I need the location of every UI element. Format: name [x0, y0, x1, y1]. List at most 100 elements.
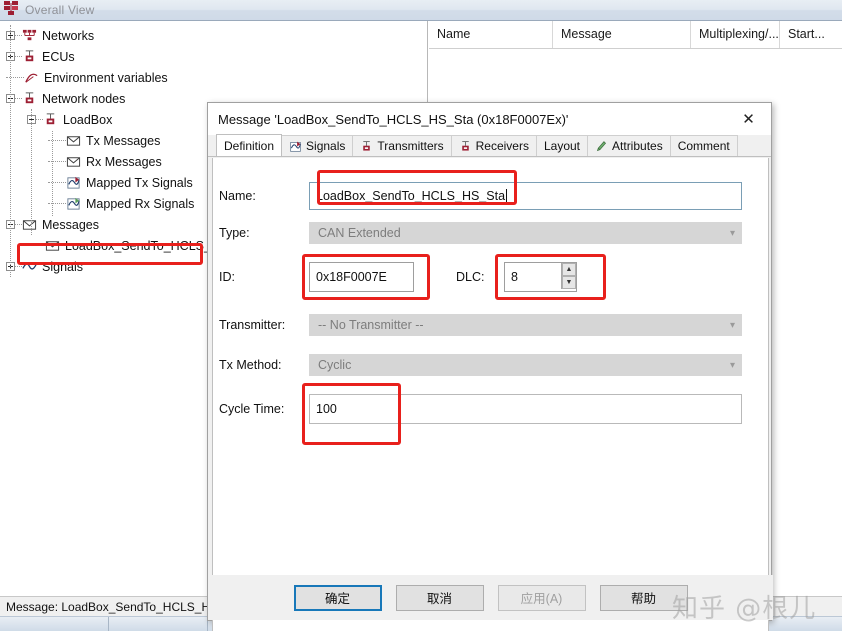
tab-attributes[interactable]: Attributes	[587, 135, 671, 156]
field-row-dlc: DLC: 8 ▲ ▼	[456, 262, 577, 292]
dialog-title: Message 'LoadBox_SendTo_HCLS_HS_Sta (0x1…	[218, 111, 569, 127]
tree-connector	[48, 140, 66, 141]
tab-definition[interactable]: Definition	[216, 134, 283, 156]
dlc-spinner[interactable]: ▲ ▼	[561, 263, 576, 289]
node-icon	[459, 140, 472, 153]
table-column-header[interactable]: Message	[553, 21, 691, 48]
dialog-titlebar: Message 'LoadBox_SendTo_HCLS_HS_Sta (0x1…	[208, 103, 771, 135]
tree-connector	[48, 182, 66, 183]
dialog-button-bar: 确定 取消 应用(A) 帮助	[208, 575, 773, 620]
tab-label: Definition	[224, 138, 275, 153]
tree-item-label: LoadBox	[63, 112, 113, 127]
tree-item-ecus[interactable]: ECUs	[0, 46, 427, 67]
message-properties-dialog: Message 'LoadBox_SendTo_HCLS_HS_Sta (0x1…	[207, 102, 773, 631]
tab-transmitters[interactable]: Transmitters	[352, 135, 452, 156]
transmitter-select[interactable]: -- No Transmitter -- ▾	[309, 314, 742, 336]
tab-label: Receivers	[475, 139, 529, 153]
table-column-label: Message	[561, 27, 612, 41]
message-icon	[66, 154, 81, 169]
name-label: Name:	[219, 189, 256, 203]
help-button[interactable]: 帮助	[599, 584, 688, 611]
tree-connector	[15, 224, 22, 225]
tree-connector	[15, 56, 22, 57]
field-row-transmitter: Transmitter: -- No Transmitter -- ▾	[219, 314, 759, 336]
networks-icon	[22, 28, 37, 43]
button-label: 应用(A)	[520, 592, 563, 606]
tx-method-select-value: Cyclic	[318, 358, 352, 372]
overall-view-title: Overall View	[25, 3, 95, 17]
ecu-icon	[22, 49, 37, 64]
button-label: 确定	[324, 592, 350, 606]
ok-button[interactable]: 确定	[293, 584, 382, 611]
transmitter-select-value: -- No Transmitter --	[318, 318, 424, 332]
button-label: 帮助	[630, 592, 656, 606]
tab-layout[interactable]: Layout	[535, 135, 589, 156]
tab-receivers[interactable]: Receivers	[450, 135, 537, 156]
application-window: Overall View Networks ECUs Environment var…	[0, 0, 842, 631]
field-row-type: Type: CAN Extended ▾	[219, 222, 759, 244]
close-icon[interactable]: ✕	[726, 103, 771, 135]
name-input[interactable]: LoadBox_SendTo_HCLS_HS_Sta	[309, 182, 742, 210]
signal-tx-icon	[66, 175, 81, 190]
network-overview-icon	[4, 0, 19, 20]
table-column-label: Multiplexing/...	[699, 27, 779, 41]
node-icon	[22, 91, 37, 106]
node-icon	[360, 140, 373, 153]
button-label: 取消	[426, 592, 452, 606]
tree-connector	[6, 77, 24, 78]
cancel-button[interactable]: 取消	[395, 584, 484, 611]
table-column-label: Name	[437, 27, 471, 41]
id-input[interactable]: 0x18F0007E	[309, 262, 414, 292]
table-column-header[interactable]: Multiplexing/...	[691, 21, 780, 48]
field-row-name: Name: LoadBox_SendTo_HCLS_HS_Sta	[219, 182, 759, 210]
chevron-down-icon: ▾	[729, 319, 735, 331]
tree-item-label: Environment variables	[44, 70, 168, 85]
field-row-tx-method: Tx Method: Cyclic ▾	[219, 354, 759, 376]
tab-label: Transmitters	[377, 139, 444, 153]
tree-item-environment-variables[interactable]: Environment variables	[0, 67, 427, 88]
tx-method-label: Tx Method:	[219, 358, 282, 372]
table-column-label: Start...	[788, 27, 825, 41]
node-icon	[43, 112, 58, 127]
tree-item-label: Mapped Rx Signals	[86, 196, 195, 211]
table-column-header[interactable]: Name	[429, 21, 553, 48]
tab-comment[interactable]: Comment	[669, 135, 738, 156]
env-variable-icon	[24, 70, 39, 85]
type-select-value: CAN Extended	[318, 226, 401, 240]
tree-connector	[27, 245, 45, 246]
tab-label: Comment	[677, 139, 730, 153]
dlc-label: DLC:	[456, 270, 485, 284]
cycle-time-input[interactable]: 100	[309, 394, 742, 424]
cycle-time-input-value: 100	[316, 402, 337, 416]
tree-item-label: Tx Messages	[86, 133, 161, 148]
tree-item-label: LoadBox_SendTo_HCLS_H	[65, 238, 220, 253]
dlc-input-value: 8	[511, 270, 518, 284]
dlc-stepper[interactable]: 8 ▲ ▼	[504, 262, 577, 292]
tab-label: Layout	[543, 139, 581, 153]
cycle-time-label: Cycle Time:	[219, 402, 285, 416]
tx-method-select[interactable]: Cyclic ▾	[309, 354, 742, 376]
table-column-header[interactable]: Start...	[780, 21, 842, 48]
dialog-definition-panel: Name: LoadBox_SendTo_HCLS_HS_Sta Type: C…	[212, 158, 769, 631]
tree-item-networks[interactable]: Networks	[0, 25, 427, 46]
tree-connector	[15, 35, 22, 36]
tab-signals[interactable]: Signals	[281, 135, 354, 156]
spinner-up-icon[interactable]: ▲	[562, 263, 576, 276]
tree-guide-line-1	[31, 109, 32, 235]
message-icon	[66, 133, 81, 148]
type-select[interactable]: CAN Extended ▾	[309, 222, 742, 244]
tree-item-label: Networks	[42, 28, 95, 43]
message-icon	[45, 238, 60, 253]
field-row-cycle-time: Cycle Time: 100	[219, 394, 759, 424]
tree-connector	[15, 266, 22, 267]
dialog-tab-strip[interactable]: Definition Signals Transmitters Receivers La…	[208, 134, 771, 157]
spinner-down-icon[interactable]: ▼	[562, 276, 576, 289]
attributes-icon	[595, 140, 608, 153]
strip-divider-1	[108, 617, 109, 631]
tab-label: Attributes	[612, 139, 663, 153]
chevron-down-icon: ▾	[729, 227, 735, 239]
